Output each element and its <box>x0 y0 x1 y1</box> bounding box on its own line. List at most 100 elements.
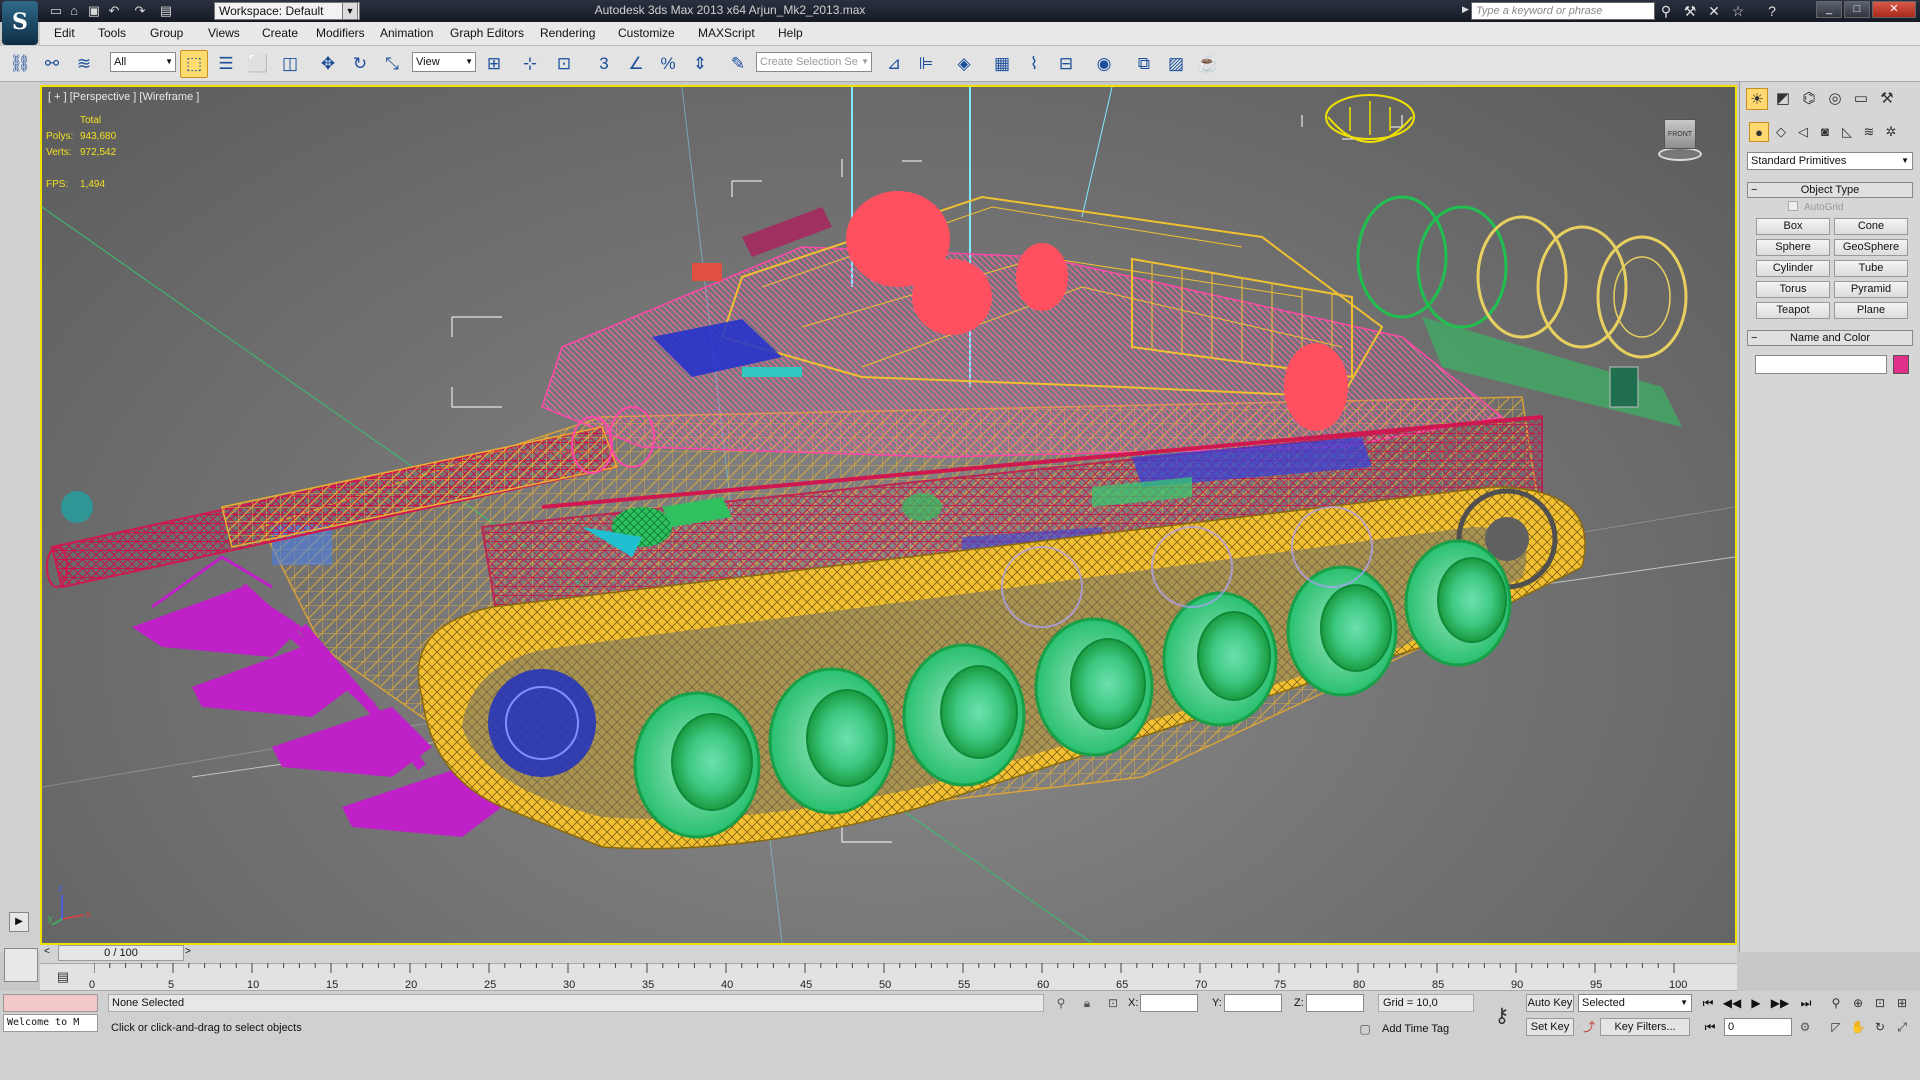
orbit-icon[interactable]: ↻ <box>1870 1018 1890 1036</box>
minimize-button[interactable]: _ <box>1816 1 1842 18</box>
isolate-selection-icon[interactable]: ⚲ <box>1052 994 1070 1012</box>
plane-button[interactable]: Plane <box>1834 302 1908 319</box>
modify-tab-icon[interactable]: ◩ <box>1772 88 1794 110</box>
time-slider-thumb[interactable]: 0 / 100 <box>58 945 184 961</box>
maxscript-listener-input[interactable]: Welcome to M <box>3 1014 98 1032</box>
time-configuration-icon[interactable]: ⚙ <box>1796 1018 1814 1036</box>
sphere-button[interactable]: Sphere <box>1756 239 1830 256</box>
maximize-button[interactable]: □ <box>1844 1 1870 18</box>
viewport-label[interactable]: [ + ] [Perspective ] [Wireframe ] <box>48 91 199 103</box>
mirror-icon[interactable]: ⊿ <box>880 50 908 78</box>
key-mode-dropdown[interactable]: Selected ▼ <box>1578 994 1692 1012</box>
helpers-category-icon[interactable]: ◺ <box>1837 122 1857 142</box>
utilities-tab-icon[interactable]: ⚒ <box>1876 88 1898 110</box>
edit-named-selection-icon[interactable]: ✎ <box>724 50 752 78</box>
percent-snap-icon[interactable]: % <box>654 50 682 78</box>
cameras-category-icon[interactable]: ◙ <box>1815 122 1835 142</box>
communication-icon[interactable]: ✕ <box>1704 2 1724 20</box>
time-slider-track[interactable] <box>40 945 1737 963</box>
default-tangents-icon[interactable]: ⤴ <box>1580 1018 1598 1036</box>
name-color-rollout[interactable]: − Name and Color <box>1747 330 1913 346</box>
wireframe-scene[interactable] <box>42 87 1735 943</box>
keyboard-shortcut-override-icon[interactable]: ⊡ <box>550 50 578 78</box>
torus-button[interactable]: Torus <box>1756 281 1830 298</box>
pan-view-icon[interactable]: ✋ <box>1848 1018 1868 1036</box>
set-key-button[interactable]: Set Key <box>1526 1018 1574 1036</box>
spinner-snap-icon[interactable]: ⇕ <box>686 50 714 78</box>
menu-animation[interactable]: Animation <box>380 26 433 40</box>
reference-coordinate-dropdown[interactable]: View ▼ <box>412 52 476 72</box>
autogrid-checkbox[interactable]: AutoGrid <box>1788 201 1843 213</box>
selection-lock-icon[interactable]: 🔒︎ <box>1078 994 1096 1012</box>
viewcube[interactable]: FRONT <box>1646 113 1712 163</box>
rectangular-selection-icon[interactable]: ⬜ <box>244 50 272 78</box>
play-icon[interactable]: ▶ <box>1746 994 1766 1012</box>
move-icon[interactable]: ✥ <box>314 50 342 78</box>
unlink-icon[interactable]: ⚯ <box>38 50 66 78</box>
menu-edit[interactable]: Edit <box>54 26 75 40</box>
key-mode-toggle-icon[interactable]: ⏮ <box>1700 1018 1720 1036</box>
time-tag-icon[interactable]: ▢ <box>1356 1020 1374 1038</box>
rendered-frame-window-icon[interactable]: ▨ <box>1162 50 1190 78</box>
absolute-mode-icon[interactable]: ⊡ <box>1104 994 1122 1012</box>
spacewarps-category-icon[interactable]: ≋ <box>1859 122 1879 142</box>
menu-customize[interactable]: Customize <box>618 26 675 40</box>
maximize-viewport-icon[interactable]: ⤢ <box>1892 1018 1912 1036</box>
curve-editor-mini-icon[interactable]: ▤ <box>52 967 74 987</box>
go-to-end-icon[interactable]: ⏭ <box>1796 994 1816 1012</box>
named-selection-set-dropdown[interactable]: Create Selection Se ▼ <box>756 52 872 72</box>
menu-modifiers[interactable]: Modifiers <box>316 26 365 40</box>
link-icon[interactable]: ⛓ <box>6 50 34 78</box>
object-name-input[interactable] <box>1755 355 1887 374</box>
display-tab-icon[interactable]: ▭ <box>1850 88 1872 110</box>
select-object-icon[interactable]: ⬚ <box>180 50 208 78</box>
add-time-tag-button[interactable]: Add Time Tag <box>1378 1020 1474 1038</box>
menu-maxscript[interactable]: MAXScript <box>698 26 755 40</box>
lights-category-icon[interactable]: ◁ <box>1793 122 1813 142</box>
object-color-swatch[interactable] <box>1893 355 1909 374</box>
rotate-icon[interactable]: ↻ <box>346 50 374 78</box>
scale-icon[interactable]: ⤡ <box>378 50 406 78</box>
maxscript-listener-output[interactable] <box>3 994 98 1012</box>
layer-manager-icon[interactable]: ◈ <box>950 50 978 78</box>
time-prev-arrow-icon[interactable]: < <box>44 946 50 957</box>
time-next-arrow-icon[interactable]: > <box>185 946 191 957</box>
menu-views[interactable]: Views <box>208 26 240 40</box>
cone-button[interactable]: Cone <box>1834 218 1908 235</box>
menu-graph-editors[interactable]: Graph Editors <box>450 26 524 40</box>
select-manipulate-icon[interactable]: ⊹ <box>516 50 544 78</box>
play-mini-icon[interactable]: ▶ <box>9 912 29 932</box>
workspace-dropdown-button[interactable]: ▼ <box>342 2 358 20</box>
angle-snap-icon[interactable]: ∠ <box>622 50 650 78</box>
systems-category-icon[interactable]: ✲ <box>1881 122 1901 142</box>
selection-filter-dropdown[interactable]: All ▼ <box>110 52 176 72</box>
zoom-all-icon[interactable]: ⊕ <box>1848 994 1868 1012</box>
auto-key-button[interactable]: Auto Key <box>1526 994 1574 1012</box>
field-of-view-icon[interactable]: ◸ <box>1826 1018 1846 1036</box>
curve-editor-icon[interactable]: ⌇ <box>1020 50 1048 78</box>
teapot-button[interactable]: Teapot <box>1756 302 1830 319</box>
search-input[interactable]: Type a keyword or phrase <box>1471 2 1655 20</box>
perspective-viewport[interactable]: [ + ] [Perspective ] [Wireframe ] Total … <box>40 85 1737 945</box>
pivot-center-icon[interactable]: ⊞ <box>480 50 508 78</box>
pyramid-button[interactable]: Pyramid <box>1834 281 1908 298</box>
render-setup-icon[interactable]: ⧉ <box>1130 50 1158 78</box>
menu-tools[interactable]: Tools <box>98 26 126 40</box>
hierarchy-tab-icon[interactable]: ⌬ <box>1798 88 1820 110</box>
schematic-view-icon[interactable]: ⊟ <box>1052 50 1080 78</box>
box-button[interactable]: Box <box>1756 218 1830 235</box>
object-type-rollout[interactable]: − Object Type <box>1747 182 1913 198</box>
menu-group[interactable]: Group <box>150 26 183 40</box>
geometry-category-icon[interactable]: ● <box>1749 122 1769 142</box>
key-filters-button[interactable]: Key Filters... <box>1600 1018 1690 1036</box>
workspace-selector[interactable]: Workspace: Default ▼ <box>214 2 360 20</box>
help-icon[interactable]: ? <box>1762 2 1782 20</box>
previous-frame-icon[interactable]: ◀◀ <box>1722 994 1742 1012</box>
y-coord-field[interactable] <box>1224 994 1282 1012</box>
align-icon[interactable]: ⊫ <box>912 50 940 78</box>
close-button[interactable]: ✕ <box>1872 1 1916 18</box>
bind-space-warp-icon[interactable]: ≋ <box>70 50 98 78</box>
shapes-category-icon[interactable]: ◇ <box>1771 122 1791 142</box>
primitive-category-dropdown[interactable]: Standard Primitives ▼ <box>1747 152 1913 170</box>
menu-help[interactable]: Help <box>778 26 803 40</box>
